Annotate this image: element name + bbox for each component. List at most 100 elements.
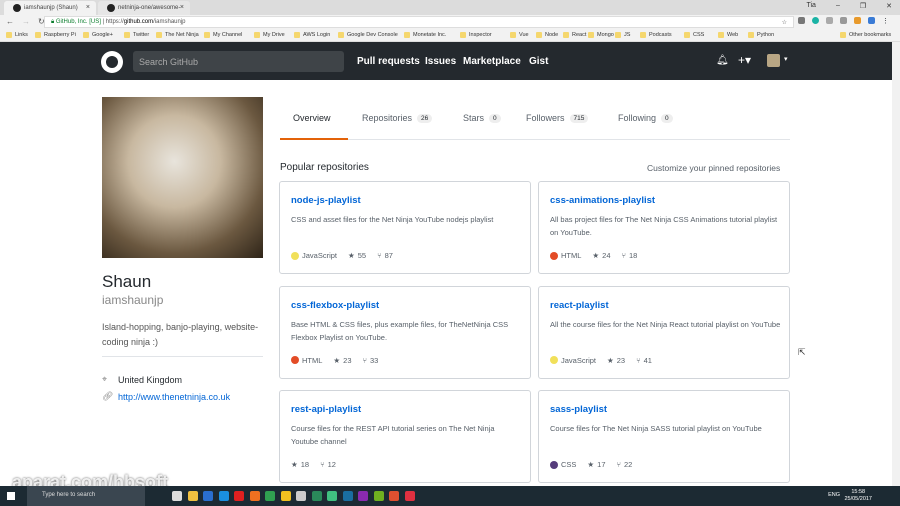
- repo-stars[interactable]: ★ 23: [333, 356, 351, 365]
- plus-icon[interactable]: +▾: [738, 53, 751, 67]
- tab-followers[interactable]: Followers 715: [526, 113, 589, 123]
- repo-forks[interactable]: ⑂ 22: [617, 460, 633, 469]
- taskbar-app-icon[interactable]: [234, 491, 244, 501]
- github-logo-icon[interactable]: [101, 51, 123, 73]
- tab-following[interactable]: Following 0: [618, 113, 673, 123]
- bookmark-item[interactable]: JS: [615, 32, 630, 38]
- taskbar-app-icon[interactable]: [358, 491, 368, 501]
- repo-stars[interactable]: ★ 18: [291, 460, 309, 469]
- tray-lang[interactable]: ENG: [828, 492, 840, 498]
- customize-pins-link[interactable]: Customize your pinned repositories: [647, 163, 780, 173]
- forward-button[interactable]: →: [22, 17, 30, 26]
- browser-tab[interactable]: netninja-one/awesome- ×: [98, 1, 190, 15]
- bell-icon[interactable]: 🔔︎: [716, 55, 729, 66]
- fork-count: 18: [629, 251, 638, 260]
- bookmark-item[interactable]: Monetate Inc.: [404, 32, 446, 38]
- bookmark-item[interactable]: AWS Login: [294, 32, 330, 38]
- extension-icon[interactable]: [812, 17, 819, 24]
- bookmark-item[interactable]: CSS: [684, 32, 704, 38]
- close-icon[interactable]: ×: [86, 4, 90, 11]
- extension-icon[interactable]: [798, 17, 805, 24]
- menu-icon[interactable]: ⋮: [882, 17, 889, 25]
- taskbar-app-icon[interactable]: [327, 491, 337, 501]
- repo-description: CSS and asset files for the Net Ninja Yo…: [291, 215, 494, 224]
- repo-stars[interactable]: ★ 17: [587, 460, 605, 469]
- taskbar-app-icon[interactable]: [218, 491, 229, 501]
- back-button[interactable]: ←: [6, 17, 14, 26]
- taskbar-app-icon[interactable]: [311, 491, 322, 501]
- bookmark-item[interactable]: My Drive: [254, 32, 285, 38]
- taskbar-app-icon[interactable]: [187, 491, 198, 501]
- bookmark-label: CSS: [693, 32, 705, 38]
- nav-marketplace[interactable]: Marketplace: [463, 56, 521, 67]
- repo-stars[interactable]: ★ 23: [607, 356, 625, 365]
- repo-forks[interactable]: ⑂ 41: [636, 356, 652, 365]
- chevron-down-icon[interactable]: ▾: [784, 55, 788, 63]
- restore-button[interactable]: ❐: [860, 2, 866, 10]
- tab-label: Followers: [526, 113, 565, 123]
- bookmark-item[interactable]: React: [563, 32, 586, 38]
- repo-forks[interactable]: ⑂ 87: [377, 251, 393, 260]
- taskbar-search-input[interactable]: Type here to search: [27, 486, 145, 506]
- bookmark-item[interactable]: Vue: [510, 32, 529, 38]
- bookmark-item[interactable]: Python: [748, 32, 774, 38]
- bookmark-item[interactable]: Google Dev Console: [338, 32, 398, 38]
- windows-start-icon[interactable]: [7, 492, 15, 500]
- bookmark-item[interactable]: Twitter: [124, 32, 149, 38]
- repo-name-link[interactable]: css-flexbox-playlist: [291, 300, 379, 311]
- taskbar-app-icon[interactable]: [342, 491, 353, 501]
- taskbar-clock[interactable]: 15:58 25/05/2017: [844, 489, 872, 503]
- tab-stars[interactable]: Stars 0: [463, 113, 501, 123]
- repo-name-link[interactable]: react-playlist: [550, 300, 609, 311]
- avatar[interactable]: [767, 54, 780, 67]
- bookmark-item[interactable]: The Net Ninja: [156, 32, 199, 38]
- repo-description: All the course files for the Net Ninja R…: [550, 319, 781, 329]
- bookmark-item[interactable]: My Channel: [204, 32, 242, 38]
- nav-pull-requests[interactable]: Pull requests: [357, 56, 420, 67]
- other-bookmarks[interactable]: Other bookmarks: [840, 32, 891, 38]
- search-input[interactable]: Search GitHub: [133, 51, 344, 72]
- minimize-button[interactable]: –: [836, 2, 840, 10]
- bookmark-item[interactable]: Raspberry Pi: [35, 32, 76, 38]
- bookmark-item[interactable]: Links: [6, 32, 28, 38]
- nav-issues[interactable]: Issues: [425, 56, 456, 67]
- bookmark-item[interactable]: Podcasts: [640, 32, 672, 38]
- repo-forks[interactable]: ⑂ 33: [363, 356, 379, 365]
- repo-stars[interactable]: ★ 24: [592, 251, 610, 260]
- website-link[interactable]: http://www.thenetninja.co.uk: [118, 392, 230, 402]
- url-input[interactable]: 🔒︎ GitHub, Inc. [US] | https://github.co…: [44, 16, 794, 28]
- repo-stars[interactable]: ★ 55: [348, 251, 366, 260]
- bookmark-star-icon[interactable]: ☆: [782, 19, 787, 26]
- taskbar-app-icon[interactable]: [172, 491, 182, 501]
- bookmark-item[interactable]: Node: [536, 32, 558, 38]
- close-icon[interactable]: ×: [180, 4, 184, 11]
- taskbar-app-icon[interactable]: [389, 491, 399, 501]
- repo-name-link[interactable]: rest-api-playlist: [291, 404, 361, 415]
- close-window-button[interactable]: ✕: [886, 2, 892, 10]
- browser-tab[interactable]: iamshaunjp (Shaun) ×: [4, 1, 96, 15]
- repo-name-link[interactable]: node-js-playlist: [291, 195, 361, 206]
- repo-forks[interactable]: ⑂ 18: [622, 251, 638, 260]
- repo-name-link[interactable]: css-animations-playlist: [550, 195, 655, 206]
- extension-icon[interactable]: [854, 17, 861, 24]
- taskbar-app-icon[interactable]: [280, 491, 291, 501]
- tab-repositories[interactable]: Repositories 26: [362, 113, 433, 123]
- nav-gist[interactable]: Gist: [529, 56, 548, 67]
- bookmark-item[interactable]: Inspector: [460, 32, 492, 38]
- taskbar-app-icon[interactable]: [296, 491, 306, 501]
- repo-forks[interactable]: ⑂ 12: [320, 460, 336, 469]
- taskbar-app-icon[interactable]: [373, 491, 384, 501]
- extension-icon[interactable]: [826, 17, 833, 24]
- taskbar-app-icon[interactable]: [203, 491, 213, 501]
- extension-icon[interactable]: [868, 17, 875, 24]
- bookmark-item[interactable]: Web: [718, 32, 738, 38]
- repo-name-link[interactable]: sass-playlist: [550, 404, 607, 415]
- scrollbar[interactable]: [892, 42, 900, 486]
- taskbar-app-icon[interactable]: [249, 491, 260, 501]
- taskbar-app-icon[interactable]: [404, 491, 415, 501]
- taskbar-app-icon[interactable]: [265, 491, 275, 501]
- tab-overview[interactable]: Overview: [293, 113, 331, 123]
- bookmark-item[interactable]: Google+: [83, 32, 113, 38]
- bookmark-item[interactable]: Mongo: [588, 32, 614, 38]
- extension-icon[interactable]: [840, 17, 847, 24]
